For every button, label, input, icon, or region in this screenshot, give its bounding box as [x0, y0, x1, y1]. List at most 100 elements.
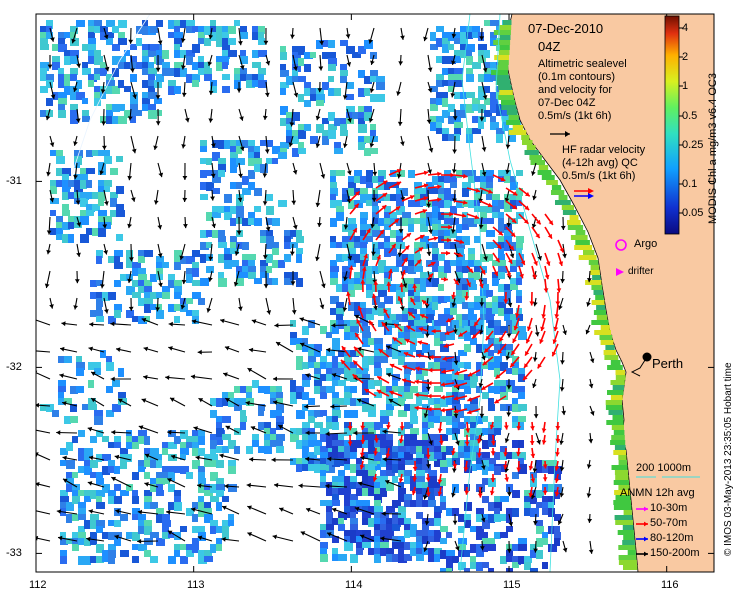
chlorophyll-pixel [78, 502, 86, 509]
chlorophyll-pixel [302, 362, 309, 369]
altimetry-line-4: 07-Dec 04Z [538, 97, 596, 109]
chlorophyll-pixel [320, 542, 328, 549]
chlorophyll-pixel [398, 458, 405, 464]
chlorophyll-pixel [380, 518, 386, 525]
chlorophyll-pixel [390, 230, 396, 238]
chlorophyll-pixel [404, 440, 411, 446]
chlorophyll-pixel [308, 362, 314, 368]
chlorophyll-pixel [266, 278, 272, 285]
colorbar-tick-0.1: 0.1 [682, 178, 698, 190]
chlorophyll-pixel [78, 508, 86, 515]
chlorophyll-pixel [542, 508, 548, 515]
chlorophyll-pixel [448, 44, 454, 50]
chlorophyll-pixel [462, 236, 470, 245]
chlorophyll-pixel [350, 554, 358, 563]
chlorophyll-pixel [234, 446, 240, 454]
chlorophyll-pixel [64, 416, 71, 424]
chlorophyll-pixel [414, 302, 422, 309]
chlorophyll-pixel [174, 292, 181, 299]
chlorophyll-pixel [428, 398, 435, 405]
chlorophyll-pixel [242, 140, 249, 148]
chlorophyll-pixel [76, 368, 84, 376]
chlorophyll-pixel [542, 562, 548, 569]
chlorophyll-pixel [484, 98, 490, 105]
chlorophyll-pixel [436, 38, 443, 47]
chlorophyll-pixel [330, 260, 337, 267]
chlorophyll-pixel [402, 188, 408, 196]
chlorophyll-pixel [148, 86, 155, 92]
chlorophyll-pixel [342, 284, 348, 292]
chlorophyll-pixel [132, 436, 139, 442]
chlorophyll-pixel [218, 230, 225, 237]
chlorophyll-pixel [114, 496, 122, 504]
chlorophyll-pixel [328, 112, 335, 121]
chlorophyll-pixel [332, 440, 338, 447]
coastal-chlorophyll-pixel [608, 410, 623, 415]
chlorophyll-pixel [500, 496, 509, 502]
chlorophyll-pixel [124, 86, 131, 92]
chlorophyll-pixel [46, 80, 53, 88]
chlorophyll-pixel [308, 398, 315, 405]
chlorophyll-pixel [366, 182, 373, 188]
chlorophyll-pixel [466, 74, 474, 82]
chlorophyll-pixel [488, 568, 494, 572]
chlorophyll-pixel [342, 254, 349, 261]
chlorophyll-pixel [454, 80, 463, 87]
chlorophyll-pixel [304, 100, 311, 107]
chlorophyll-pixel [462, 224, 469, 230]
chlorophyll-pixel [480, 314, 486, 320]
coastal-chlorophyll-pixel [546, 180, 558, 185]
chlorophyll-pixel [548, 460, 557, 466]
chlorophyll-pixel [360, 194, 366, 203]
coastal-chlorophyll-pixel [623, 510, 632, 515]
chlorophyll-pixel [118, 104, 125, 111]
chlorophyll-pixel [222, 86, 230, 93]
chlorophyll-pixel [434, 518, 441, 526]
chlorophyll-pixel [464, 550, 470, 557]
chlorophyll-pixel [366, 236, 373, 242]
chlorophyll-pixel [298, 124, 305, 130]
chlorophyll-pixel [362, 542, 371, 548]
chlorophyll-pixel [364, 148, 371, 156]
chlorophyll-pixel [266, 266, 272, 273]
chlorophyll-pixel [290, 458, 296, 465]
chlorophyll-pixel [78, 466, 85, 473]
coastal-chlorophyll-pixel [615, 475, 629, 480]
chlorophyll-pixel [498, 236, 505, 243]
chlorophyll-pixel [444, 260, 450, 267]
chlorophyll-pixel [138, 268, 146, 275]
chlorophyll-pixel [258, 50, 267, 57]
coastal-chlorophyll-pixel [623, 535, 635, 540]
coastal-chlorophyll-pixel [570, 235, 588, 240]
chlorophyll-pixel [488, 404, 495, 411]
chlorophyll-pixel [456, 266, 463, 272]
coastal-chlorophyll-pixel [578, 255, 597, 260]
chlorophyll-pixel [490, 116, 496, 122]
chlorophyll-pixel [292, 148, 299, 157]
chlorophyll-pixel [296, 236, 304, 243]
chlorophyll-pixel [210, 440, 217, 449]
chlorophyll-pixel [162, 520, 171, 527]
chlorophyll-pixel [132, 442, 139, 449]
chlorophyll-pixel [56, 180, 63, 187]
chlorophyll-pixel [254, 218, 262, 226]
chlorophyll-pixel [58, 38, 65, 45]
chlorophyll-pixel [436, 26, 444, 32]
chlorophyll-pixel [398, 356, 405, 365]
chlorophyll-pixel [404, 470, 412, 476]
coastal-chlorophyll-pixel [607, 365, 623, 370]
chlorophyll-pixel [290, 332, 297, 339]
chlorophyll-pixel [276, 392, 283, 399]
chlorophyll-pixel [136, 38, 142, 46]
chlorophyll-pixel [524, 562, 531, 570]
chlorophyll-pixel [488, 398, 494, 405]
chlorophyll-pixel [218, 140, 225, 149]
chlorophyll-pixel [470, 556, 476, 562]
chlorophyll-pixel [398, 410, 407, 417]
chlorophyll-pixel [338, 554, 347, 561]
chlorophyll-pixel [210, 544, 216, 553]
chlorophyll-pixel [518, 332, 527, 340]
chlorophyll-pixel [192, 268, 199, 277]
chlorophyll-pixel [336, 170, 345, 176]
chlorophyll-pixel [96, 256, 102, 264]
